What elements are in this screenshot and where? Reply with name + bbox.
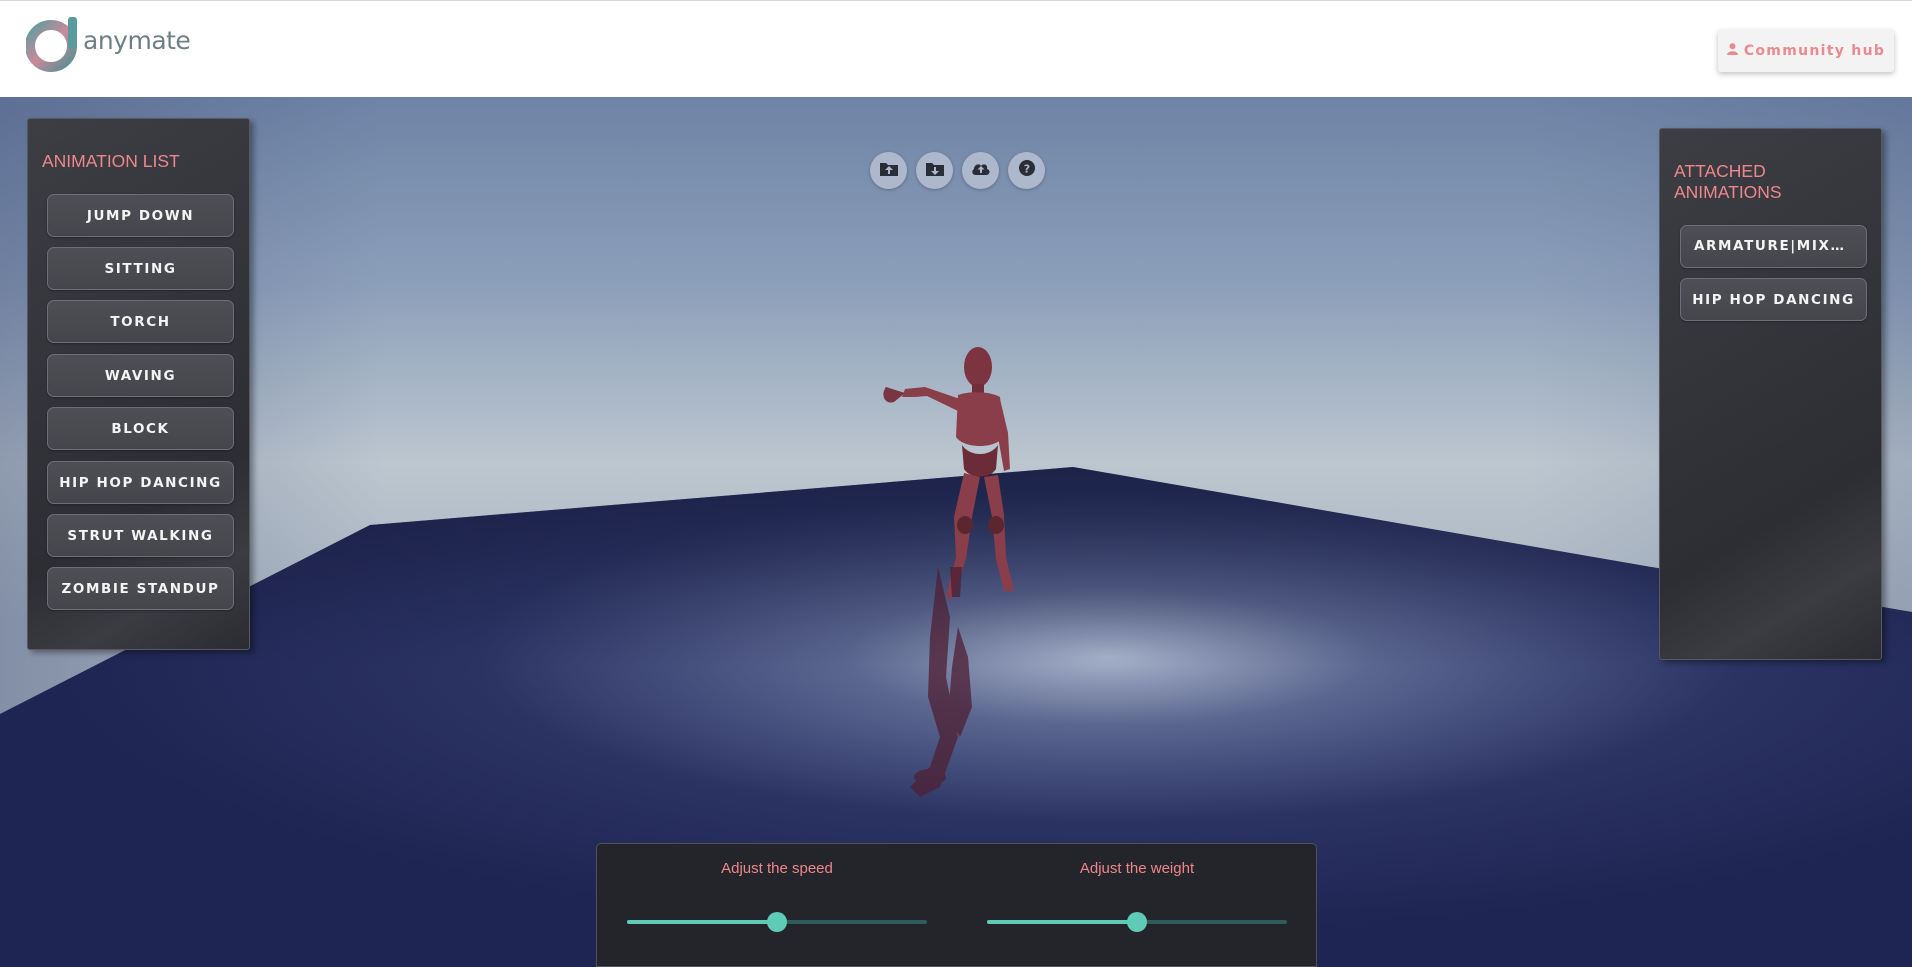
animation-list-title: ANIMATION LIST: [42, 151, 180, 171]
speed-label: Adjust the speed: [721, 860, 833, 877]
folder-download-icon: [925, 161, 944, 181]
3d-viewport[interactable]: [0, 97, 1912, 967]
animation-item-waving[interactable]: WAVING: [47, 354, 234, 397]
animation-item-hip-hop-dancing[interactable]: HIP HOP DANCING: [47, 461, 234, 504]
weight-slider[interactable]: [987, 912, 1287, 932]
attached-item-armature[interactable]: ARMATURE|MIXAMO.COM|LAYER0: [1680, 225, 1867, 268]
community-hub-button[interactable]: Community hub: [1718, 30, 1894, 72]
upload-folder-button[interactable]: [870, 152, 907, 189]
speed-slider-thumb[interactable]: [767, 912, 787, 932]
speed-slider-fill: [627, 920, 777, 924]
attached-animations-panel: ATTACHED ANIMATIONS ARMATURE|MIXAMO.COM|…: [1659, 128, 1882, 660]
weight-label: Adjust the weight: [1079, 860, 1195, 877]
animation-list-panel: ANIMATION LIST JUMP DOWN SITTING TORCH W…: [27, 118, 250, 650]
cloud-upload-icon: [971, 161, 991, 180]
download-folder-button[interactable]: [916, 152, 953, 189]
attached-item-hip-hop-dancing[interactable]: HIP HOP DANCING: [1680, 278, 1867, 321]
anymate-logo[interactable]: anymate: [25, 16, 191, 72]
svg-text:?: ?: [1023, 163, 1029, 176]
logo-mark-icon: [25, 16, 82, 72]
folder-upload-icon: [879, 161, 898, 181]
animation-item-strut-walking[interactable]: STRUT WALKING: [47, 514, 234, 557]
cloud-upload-button[interactable]: [962, 152, 999, 189]
weight-slider-fill: [987, 920, 1137, 924]
animation-controls-panel: Adjust the speed Adjust the weight: [596, 843, 1317, 967]
weight-slider-thumb[interactable]: [1127, 912, 1147, 932]
animation-item-zombie-standup[interactable]: ZOMBIE STANDUP: [47, 567, 234, 610]
help-button[interactable]: ?: [1008, 152, 1045, 189]
attached-animations-title: ATTACHED ANIMATIONS: [1674, 161, 1782, 202]
speed-slider[interactable]: [627, 912, 927, 932]
animation-item-sitting[interactable]: SITTING: [47, 247, 234, 290]
logo-text: anymate: [83, 25, 191, 55]
animation-item-jump-down[interactable]: JUMP DOWN: [47, 194, 234, 237]
top-header: anymate Community hub: [0, 0, 1912, 97]
community-hub-label: Community hub: [1743, 43, 1886, 59]
user-icon: [1726, 43, 1738, 59]
animation-item-torch[interactable]: TORCH: [47, 300, 234, 343]
animation-item-block[interactable]: BLOCK: [47, 407, 234, 450]
help-icon: ?: [1018, 160, 1035, 181]
file-toolbar: ?: [870, 152, 1045, 189]
